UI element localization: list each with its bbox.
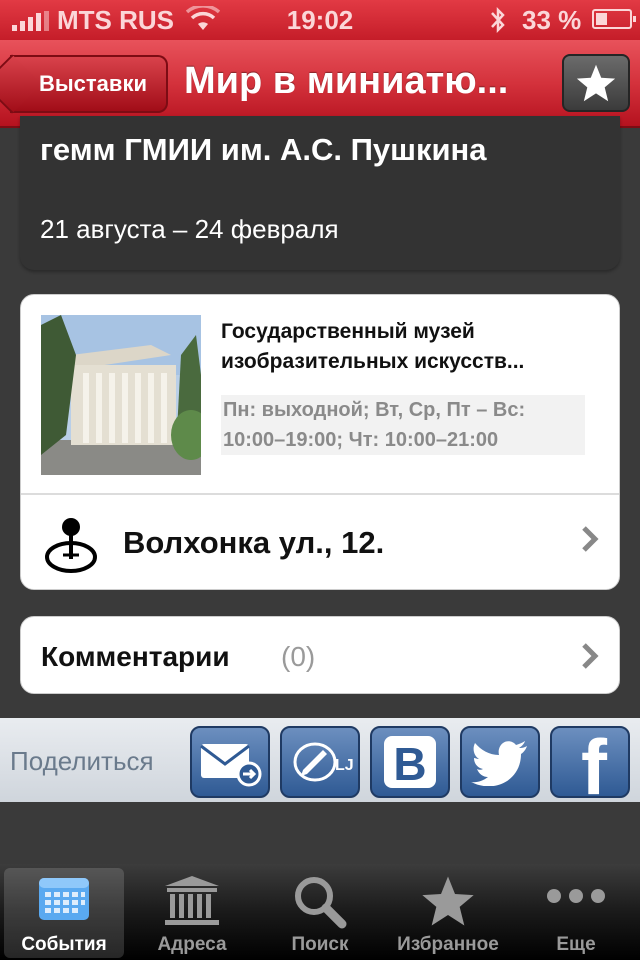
share-email-button[interactable] xyxy=(190,726,270,798)
map-pin-icon xyxy=(41,515,101,575)
share-livejournal-button[interactable]: LJ xyxy=(280,726,360,798)
venue-card[interactable]: Государственный музей изобразительных ис… xyxy=(20,294,620,590)
museum-name-line-1: Государственный музей xyxy=(221,320,475,343)
share-label: Поделиться xyxy=(10,746,154,776)
address-row[interactable]: Волхонка ул., 12. xyxy=(21,495,619,590)
opening-hours-line-2: 10:00–19:00; Чт: 10:00–21:00 xyxy=(223,429,499,451)
opening-hours: Пн: выходной; Вт, Ср, Пт – Вс: 10:00–19:… xyxy=(221,395,585,455)
add-favorite-button[interactable] xyxy=(562,54,630,112)
tab-addresses[interactable]: Адреса xyxy=(132,868,252,958)
share-vkontakte-button[interactable]: B xyxy=(370,726,450,798)
event-title: гемм ГМИИ им. А.С. Пушкина xyxy=(40,132,487,167)
back-button[interactable]: Выставки xyxy=(10,55,168,113)
vkontakte-text: B xyxy=(393,738,426,790)
share-bar: Поделиться LJ B f xyxy=(0,718,640,802)
tab-label: Еще xyxy=(556,934,596,955)
museum-photo xyxy=(41,315,201,475)
tab-search[interactable]: Поиск xyxy=(260,868,380,958)
star-icon xyxy=(576,64,616,102)
museum-name-line-2: изобразительных искусств... xyxy=(221,350,525,373)
search-icon xyxy=(295,877,347,929)
tab-favorites[interactable]: Избранное xyxy=(388,868,508,958)
navigation-bar: Выставки Мир в миниатю... xyxy=(0,40,640,128)
opening-hours-line-1: Пн: выходной; Вт, Ср, Пт – Вс: xyxy=(223,399,526,421)
comments-label: Комментарии xyxy=(41,641,230,672)
battery-percent: 33 % xyxy=(522,5,582,35)
chevron-right-icon xyxy=(582,526,599,552)
share-twitter-button[interactable] xyxy=(460,726,540,798)
back-button-label: Выставки xyxy=(39,71,147,96)
comments-count: (0) xyxy=(281,641,316,672)
more-icon xyxy=(547,889,605,903)
facebook-text: f xyxy=(581,728,608,796)
tab-bar: События Адреса Поиск Избранное Еще xyxy=(0,864,640,960)
tab-more[interactable]: Еще xyxy=(516,868,636,958)
email-icon xyxy=(200,744,262,787)
battery-icon xyxy=(592,9,636,29)
tab-label: Избранное xyxy=(397,934,499,955)
livejournal-text: LJ xyxy=(335,757,353,774)
facebook-icon: f xyxy=(581,728,608,796)
tab-label: Поиск xyxy=(291,934,349,955)
comments-row[interactable]: Комментарии (0) xyxy=(20,616,620,694)
event-dates: 21 августа – 24 февраля xyxy=(40,214,339,244)
museum-name: Государственный музей изобразительных ис… xyxy=(221,317,601,377)
tab-label: События xyxy=(21,934,107,955)
livejournal-icon: LJ xyxy=(293,742,353,782)
address-text: Волхонка ул., 12. xyxy=(123,525,385,560)
calendar-icon xyxy=(39,878,89,920)
chevron-right-icon xyxy=(582,643,599,669)
twitter-icon xyxy=(471,741,527,786)
star-icon xyxy=(422,876,474,926)
bluetooth-icon xyxy=(491,6,505,34)
vkontakte-icon: B xyxy=(384,736,436,790)
page-title: Мир в миниатю... xyxy=(184,60,509,102)
status-bar: MTS RUS 19:02 33 % xyxy=(0,0,640,40)
event-header-card: гемм ГМИИ им. А.С. Пушкина 21 августа – … xyxy=(20,116,620,270)
share-facebook-button[interactable]: f xyxy=(550,726,630,798)
building-icon xyxy=(165,876,219,925)
tab-events[interactable]: События xyxy=(4,868,124,958)
tab-label: Адреса xyxy=(157,934,227,955)
